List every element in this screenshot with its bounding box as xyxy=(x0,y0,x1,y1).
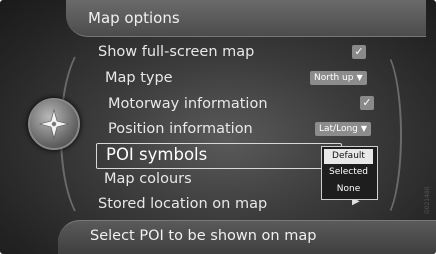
dropdown-option-none[interactable]: None xyxy=(324,182,373,197)
check-icon[interactable]: ✓ xyxy=(360,96,374,110)
check-icon[interactable]: ✓ xyxy=(352,45,366,59)
triangle-down-icon: ▼ xyxy=(360,124,368,133)
menu-item-label: Position information xyxy=(108,121,253,137)
image-reference-code: G021480 xyxy=(424,186,431,214)
menu-item-poi-symbols[interactable]: POI symbols xyxy=(106,145,207,164)
menu-item-label: Map colours xyxy=(104,171,192,187)
menu-item-map-type[interactable]: Map type xyxy=(105,70,173,86)
compass-knob-icon xyxy=(38,108,70,140)
menu-item-show-full-screen-map[interactable]: Show full-screen map xyxy=(98,44,254,60)
menu-item-label: Show full-screen map xyxy=(98,44,255,60)
infotainment-screen: Map options Show full-screen map ✓ Map t… xyxy=(0,0,436,254)
menu-item-label: Stored location on map xyxy=(98,196,268,212)
dropdown-option-default[interactable]: Default xyxy=(324,149,373,164)
menu-item-label: Motorway information xyxy=(108,96,268,112)
navigation-knob[interactable] xyxy=(28,98,80,150)
menu-item-map-colours[interactable]: Map colours xyxy=(104,171,192,187)
triangle-down-icon: ▼ xyxy=(356,73,363,82)
status-text: Select POI to be shown on map xyxy=(90,228,317,244)
menu-item-stored-location[interactable]: Stored location on map xyxy=(98,196,267,212)
position-information-selector[interactable]: Lat/Long ▼ xyxy=(315,122,372,136)
menu-item-motorway-information[interactable]: Motorway information xyxy=(108,96,268,112)
poi-symbols-dropdown[interactable]: Default Selected None xyxy=(321,146,378,200)
menu-item-label: POI symbols xyxy=(106,145,208,164)
page-title: Map options xyxy=(88,9,180,27)
selector-value: Lat/Long xyxy=(319,124,358,134)
menu-item-label: Map type xyxy=(105,70,173,86)
selector-value: North up xyxy=(314,73,354,83)
dropdown-option-selected[interactable]: Selected xyxy=(324,165,373,180)
map-type-selector[interactable]: North up ▼ xyxy=(310,71,367,85)
menu-item-position-information[interactable]: Position information xyxy=(108,121,253,137)
